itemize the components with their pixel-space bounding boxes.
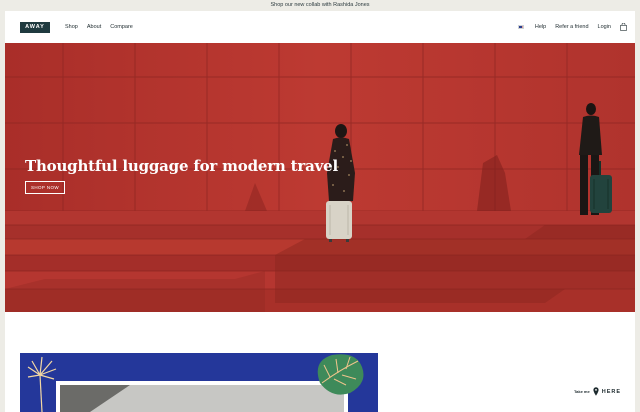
nav-compare[interactable]: Compare [110,23,133,31]
nav-about[interactable]: About [87,23,101,31]
shopping-bag-icon[interactable] [620,23,627,31]
map-pin-icon [593,387,599,396]
hero-banner: Thoughtful luggage for modern travel SHO… [5,43,635,312]
nav-refer-a-friend[interactable]: Refer a friend [555,23,588,31]
page-frame: AWAY Shop About Compare Help Refer a fri… [5,11,635,412]
us-flag-icon[interactable] [517,25,524,29]
primary-nav: Shop About Compare [65,23,133,31]
nav-shop[interactable]: Shop [65,23,78,31]
site-header: AWAY Shop About Compare Help Refer a fri… [5,11,635,43]
nav-help[interactable]: Help [535,23,546,31]
hero-title: Thoughtful luggage for modern travel [25,157,338,175]
take-me-label: Take me [574,389,590,394]
utility-nav: Help Refer a friend Login [517,23,627,31]
here-label: HERE [601,388,621,395]
away-logo[interactable]: AWAY [20,22,50,33]
nav-login[interactable]: Login [598,23,611,31]
announcement-bar[interactable]: Shop our new collab with Rashida Jones [0,0,640,11]
promo-artwork [20,353,378,412]
content-section: Take me HERE [5,312,635,412]
take-me-here-widget[interactable]: Take me HERE [574,387,621,396]
promo-banner[interactable] [20,353,378,412]
shop-now-button[interactable]: SHOP NOW [25,181,65,194]
hero-photo [5,43,635,312]
announcement-text[interactable]: Shop our new collab with Rashida Jones [270,2,369,8]
